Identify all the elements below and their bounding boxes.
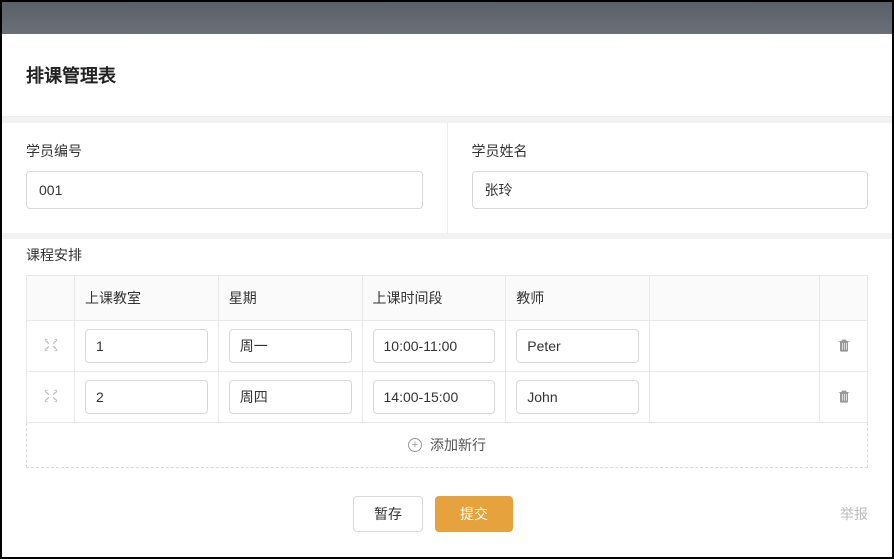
teacher-input[interactable] bbox=[516, 380, 639, 414]
timeslot-input[interactable] bbox=[373, 329, 496, 363]
table-header-row: 上课教室 星期 上课时间段 教师 bbox=[27, 276, 868, 321]
col-weekday-header: 星期 bbox=[218, 276, 362, 321]
student-id-field: 学员编号 bbox=[2, 123, 448, 233]
save-draft-button[interactable]: 暂存 bbox=[353, 496, 423, 532]
expand-icon bbox=[44, 390, 58, 406]
weekday-input[interactable] bbox=[229, 380, 352, 414]
col-teacher-header: 教师 bbox=[506, 276, 650, 321]
col-spare-header bbox=[650, 276, 820, 321]
drag-cell[interactable] bbox=[27, 321, 75, 372]
col-timeslot-header: 上课时间段 bbox=[362, 276, 506, 321]
col-classroom-header: 上课教室 bbox=[75, 276, 219, 321]
trash-icon bbox=[836, 341, 852, 356]
plus-circle-icon: + bbox=[408, 438, 422, 452]
teacher-input[interactable] bbox=[516, 329, 639, 363]
col-handle-header bbox=[27, 276, 75, 321]
page-title: 排课管理表 bbox=[26, 62, 868, 88]
classroom-input[interactable] bbox=[85, 380, 208, 414]
student-name-input[interactable] bbox=[472, 171, 869, 209]
student-id-label: 学员编号 bbox=[26, 141, 423, 161]
table-row bbox=[27, 372, 868, 423]
expand-icon bbox=[44, 339, 58, 355]
student-name-field: 学员姓名 bbox=[448, 123, 893, 233]
footer-actions: 暂存 提交 bbox=[26, 496, 840, 532]
spare-cell bbox=[650, 372, 820, 423]
report-link[interactable]: 举报 bbox=[840, 504, 868, 524]
student-name-label: 学员姓名 bbox=[472, 141, 869, 161]
add-row-button[interactable]: + 添加新行 bbox=[26, 423, 868, 468]
schedule-section: 课程安排 上课教室 星期 上课时间段 教师 bbox=[2, 233, 892, 468]
spare-cell bbox=[650, 321, 820, 372]
trash-icon bbox=[836, 392, 852, 407]
student-info-section: 学员编号 学员姓名 bbox=[2, 117, 892, 233]
footer: 暂存 提交 举报 bbox=[2, 496, 892, 532]
table-row bbox=[27, 321, 868, 372]
classroom-input[interactable] bbox=[85, 329, 208, 363]
add-row-label: 添加新行 bbox=[430, 435, 486, 455]
student-id-input[interactable] bbox=[26, 171, 423, 209]
timeslot-input[interactable] bbox=[373, 380, 496, 414]
delete-row-button[interactable] bbox=[832, 384, 856, 411]
weekday-input[interactable] bbox=[229, 329, 352, 363]
col-action-header bbox=[820, 276, 868, 321]
delete-row-button[interactable] bbox=[832, 333, 856, 360]
drag-cell[interactable] bbox=[27, 372, 75, 423]
submit-button[interactable]: 提交 bbox=[435, 496, 513, 532]
window-top-bar bbox=[2, 2, 892, 34]
schedule-table: 上课教室 星期 上课时间段 教师 bbox=[26, 275, 868, 423]
page-header: 排课管理表 bbox=[2, 34, 892, 117]
schedule-title: 课程安排 bbox=[26, 245, 868, 265]
